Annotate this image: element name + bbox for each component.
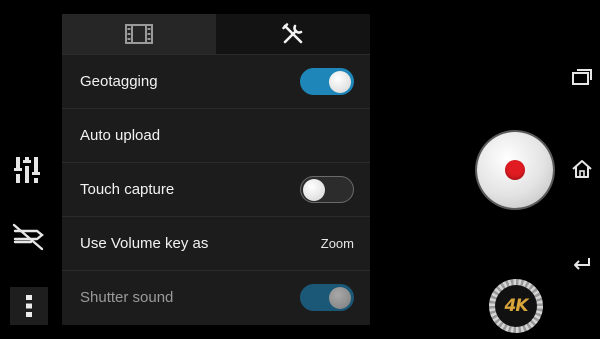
record-button[interactable] [477,132,553,208]
back-icon [574,258,590,270]
shutter-sound-toggle[interactable] [300,284,354,311]
recents-icon [572,69,592,85]
touch-capture-toggle[interactable] [300,176,354,203]
geotagging-label: Geotagging [80,73,158,90]
settings-sliders-button[interactable] [8,150,46,190]
flash-toggle-button[interactable] [8,218,48,256]
geotagging-toggle[interactable] [300,68,354,95]
film-strip-icon [125,24,153,44]
shutter-sound-label: Shutter sound [80,289,174,306]
more-options-button[interactable] [10,287,48,325]
tab-video[interactable] [62,14,216,54]
toggle-knob [329,287,351,309]
home-icon [572,160,592,178]
tab-settings[interactable] [216,14,370,54]
setting-row-volume-key[interactable]: Use Volume key as Zoom [62,216,370,270]
tools-icon [282,23,303,44]
settings-panel: Geotagging Auto upload Touch capture Use… [62,14,370,325]
touch-capture-label: Touch capture [80,181,175,198]
sliders-icon [14,157,40,183]
back-button[interactable] [568,250,596,278]
toggle-knob [303,179,325,201]
more-vertical-icon [26,295,32,317]
setting-row-shutter-sound[interactable]: Shutter sound [62,270,370,324]
tab-bar [62,14,370,54]
volume-key-value: Zoom [320,236,354,251]
flash-off-icon [12,223,44,251]
auto-upload-label: Auto upload [80,127,161,144]
recents-button[interactable] [568,63,596,91]
setting-row-auto-upload[interactable]: Auto upload [62,108,370,162]
mode-4k-label: 4K [495,285,537,327]
volume-key-label: Use Volume key as [80,235,209,252]
setting-row-geotagging[interactable]: Geotagging [62,54,370,108]
toggle-knob [329,71,351,93]
mode-4k-button[interactable]: 4K [489,279,543,333]
home-button[interactable] [568,155,596,183]
setting-row-touch-capture[interactable]: Touch capture [62,162,370,216]
record-icon [505,160,525,180]
